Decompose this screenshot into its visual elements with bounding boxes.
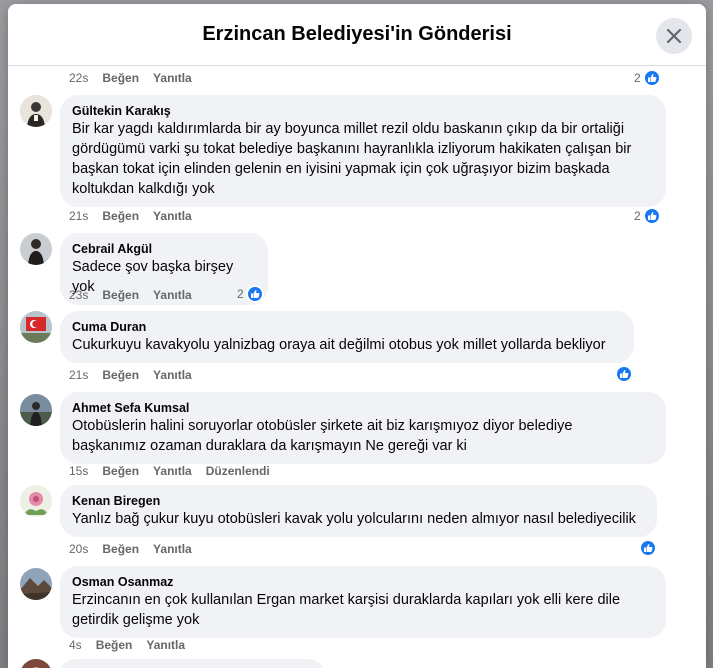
modal-header: Erzincan Belediyesi'in Gönderisi — [8, 4, 706, 66]
comment-actions: 4s Beğen Yanıtla — [69, 637, 199, 653]
reply-button[interactable]: Yanıtla — [153, 209, 192, 223]
comment-text-line: Yanlız bağ çukur kuyu otobüsleri kavak y… — [72, 511, 636, 527]
reaction-summary[interactable]: 2 — [634, 207, 661, 225]
comment-author[interactable]: Kenan Biregen — [72, 493, 645, 509]
comment-bubble: Kenan Biregen Yanlız bağ çukur kuyu otob… — [60, 485, 657, 537]
modal-title: Erzincan Belediyesi'in Gönderisi — [202, 23, 512, 45]
comment-time: 4s — [69, 638, 82, 652]
comment-actions: 22s Beğen Yanıtla — [69, 70, 206, 86]
reply-button[interactable]: Yanıtla — [153, 71, 192, 85]
reply-button[interactable]: Yanıtla — [146, 638, 185, 652]
comment-text-line: başkan tokat için elinden gelenin en iyi… — [72, 161, 610, 177]
like-reaction-icon — [642, 69, 661, 87]
like-button[interactable]: Beğen — [102, 209, 139, 223]
reply-button[interactable]: Yanıtla — [153, 288, 192, 302]
like-button[interactable]: Beğen — [102, 288, 139, 302]
comment-author[interactable]: Ahmet Sefa Kumsal — [72, 400, 654, 416]
comment-actions: 23s Beğen Yanıtla — [69, 287, 206, 303]
comment-text-line: getirdik gelişme yok — [72, 612, 200, 628]
like-button[interactable]: Beğen — [96, 638, 133, 652]
reply-button[interactable]: Yanıtla — [153, 464, 192, 478]
comment-author[interactable]: Cuma Duran — [72, 319, 622, 335]
like-button[interactable]: Beğen — [102, 71, 139, 85]
comment-time: 20s — [69, 542, 89, 556]
reaction-count: 2 — [634, 209, 641, 223]
comment-bubble: Gültekin Karakış Bir kar yagdı kaldırıml… — [60, 95, 666, 207]
reaction-summary[interactable]: 2 — [634, 69, 661, 87]
close-icon — [666, 28, 682, 44]
like-button[interactable]: Beğen — [102, 464, 139, 478]
comment-time: 15s — [69, 464, 89, 478]
comment-text-line: gördügümü varki şu tokat belediye başkan… — [72, 141, 632, 157]
comment-bubble: Osman Osanmaz Erzincanın en çok kullanıl… — [60, 566, 666, 638]
avatar[interactable] — [20, 311, 52, 343]
comment-bubble: Cuma Duran Cukurkuyu kavakyolu yalnizbag… — [60, 311, 634, 363]
comment-text-line: Otobüslerin halini soruyorlar otobüsler … — [72, 418, 573, 434]
comment-text-line: Erzincanın en çok kullanılan Ergan marke… — [72, 592, 621, 608]
comment-actions: 21s Beğen Yanıtla — [69, 208, 206, 224]
comment-actions: 21s Beğen Yanıtla — [69, 367, 206, 383]
comment-actions: 20s Beğen Yanıtla — [69, 541, 206, 557]
comment-text-line: Bir kar yagdı kaldırımlarda bir ay boyun… — [72, 121, 625, 137]
reaction-summary[interactable] — [637, 539, 657, 557]
reaction-count: 2 — [634, 71, 641, 85]
reply-button[interactable]: Yanıtla — [153, 542, 192, 556]
avatar[interactable] — [20, 95, 52, 127]
comment-text-line: başkanımız ozaman duraklara da karışmayı… — [72, 438, 467, 454]
post-modal: Erzincan Belediyesi'in Gönderisi 22s Beğ… — [8, 4, 706, 668]
like-button[interactable]: Beğen — [102, 542, 139, 556]
comments-list[interactable]: 22s Beğen Yanıtla 2 Gültekin Karakış Bir… — [8, 67, 706, 668]
comment-bubble: Ahmet Sefa Kumsal Otobüslerin halini sor… — [60, 392, 666, 464]
comment-author[interactable]: Cebrail Akgül — [72, 241, 256, 257]
avatar[interactable] — [20, 233, 52, 265]
comment-text-line: Cukurkuyu kavakyolu yalnizbag oraya ait … — [72, 337, 606, 353]
avatar[interactable] — [20, 394, 52, 426]
comment-actions: 15s Beğen Yanıtla Düzenlendi — [69, 463, 284, 479]
like-reaction-icon — [642, 207, 661, 225]
comment-text-line: koltukdan kalkdığı yok — [72, 181, 215, 197]
comment-author[interactable]: Gültekin Karakış — [72, 103, 654, 119]
comment-author[interactable]: Osman Osanmaz — [72, 574, 654, 590]
avatar[interactable] — [20, 485, 52, 517]
like-reaction-icon — [639, 539, 657, 557]
comment-bubble — [60, 659, 324, 668]
reaction-count: 2 — [237, 287, 244, 301]
like-reaction-icon — [245, 285, 264, 303]
reply-button[interactable]: Yanıtla — [153, 368, 192, 382]
comment-time: 21s — [69, 209, 89, 223]
like-reaction-icon — [615, 365, 633, 383]
edited-label[interactable]: Düzenlendi — [206, 464, 270, 478]
comment-time: 21s — [69, 368, 89, 382]
comment-time: 22s — [69, 71, 89, 85]
avatar[interactable] — [20, 568, 52, 600]
avatar[interactable] — [20, 659, 52, 668]
like-button[interactable]: Beğen — [102, 368, 139, 382]
reaction-summary[interactable] — [613, 365, 633, 383]
reaction-summary[interactable]: 2 — [237, 285, 264, 303]
comment-time: 23s — [69, 288, 89, 302]
close-button[interactable] — [656, 18, 692, 54]
